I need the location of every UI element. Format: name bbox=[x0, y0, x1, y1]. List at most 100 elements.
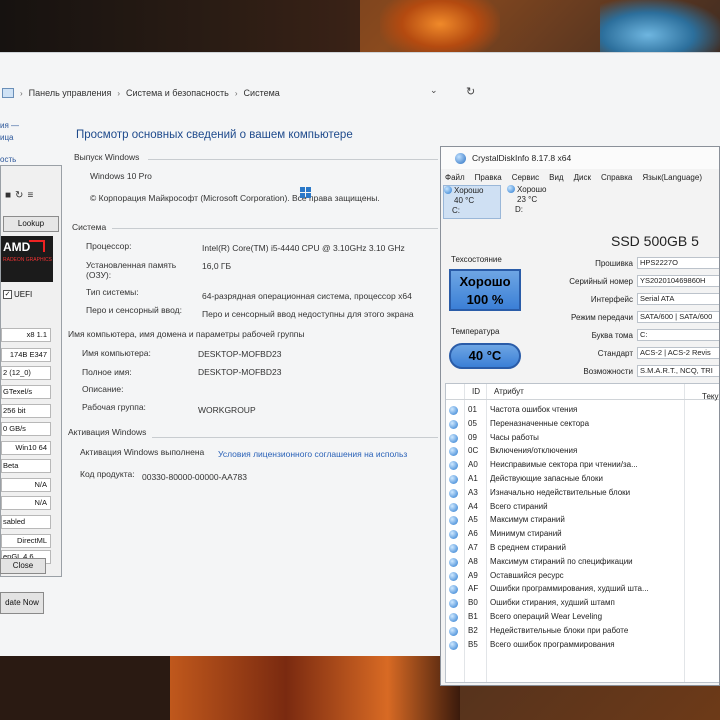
attribute-id: A3 bbox=[468, 487, 478, 497]
breadcrumb-system-security[interactable]: Система и безопасность bbox=[126, 88, 229, 98]
camera-icon[interactable]: ■ bbox=[5, 190, 11, 201]
cdi-menubar: Файл Правка Сервис Вид Диск Справка Язык… bbox=[441, 173, 719, 185]
attribute-name: Максимум стираний bbox=[490, 515, 565, 525]
attribute-name: Всего ошибок программирования bbox=[490, 639, 615, 649]
page-title: Просмотр основных сведений о вашем компь… bbox=[76, 129, 353, 141]
crystaldiskinfo-window: CrystalDiskInfo 8.17.8 x64 Файл Правка С… bbox=[440, 146, 720, 686]
nav-link-fragment[interactable]: ия — bbox=[0, 121, 20, 130]
attribute-name: Включения/отключения bbox=[490, 446, 578, 456]
attribute-id: A4 bbox=[468, 501, 478, 511]
drive-status: Хорошо bbox=[454, 186, 484, 195]
nav-link-fragment[interactable]: ица bbox=[0, 133, 20, 142]
nav-link-fragment[interactable]: ость bbox=[0, 155, 20, 164]
computer-name-label: Имя компьютера: bbox=[82, 348, 151, 358]
memory-clock-field: N/A bbox=[1, 478, 51, 492]
table-row[interactable]: A6 Минимум стираний bbox=[446, 528, 719, 541]
menu-service[interactable]: Сервис bbox=[512, 173, 539, 185]
workgroup-label: Рабочая группа: bbox=[82, 402, 146, 412]
table-row[interactable]: A5 Максимум стираний bbox=[446, 514, 719, 527]
attribute-id: B0 bbox=[468, 598, 478, 608]
features-value: S.M.A.R.T., NCQ, TRI bbox=[637, 365, 719, 377]
table-row[interactable]: AF Ошибки программирования, худший шта... bbox=[446, 583, 719, 596]
gpuz-window: ■ ↻ ≡ Lookup AMD RADEON GRAPHICS ✓ UEFI … bbox=[0, 165, 62, 577]
gpuz-close-button[interactable]: Close bbox=[0, 558, 46, 574]
table-row[interactable]: A9 Оставшийся ресурс bbox=[446, 570, 719, 583]
table-row[interactable]: A1 Действующие запасные блоки bbox=[446, 473, 719, 486]
status-good-icon bbox=[449, 447, 458, 457]
status-good-icon bbox=[449, 557, 458, 567]
address-dropdown-icon[interactable]: ⌄ bbox=[430, 85, 438, 96]
attribute-name: Недействительные блоки при работе bbox=[490, 625, 629, 635]
system-type-value: 64-разрядная операционная система, проце… bbox=[202, 291, 412, 301]
driver-status-field: Beta bbox=[1, 459, 51, 473]
attribute-id: 05 bbox=[468, 418, 477, 428]
attribute-name: Всего стираний bbox=[490, 501, 548, 511]
disk-model: SSD 500GB 5 bbox=[611, 233, 699, 249]
attribute-id: A8 bbox=[468, 556, 478, 566]
table-row[interactable]: A8 Максимум стираний по спецификации bbox=[446, 556, 719, 569]
attribute-name: Неисправимые сектора при чтении/за... bbox=[490, 460, 638, 470]
header-current[interactable]: Теку bbox=[702, 392, 718, 401]
table-row[interactable]: 01 Частота ошибок чтения bbox=[446, 404, 719, 417]
firmware-value: HPS2227O bbox=[637, 257, 719, 269]
menu-view[interactable]: Вид bbox=[549, 173, 563, 185]
amd-radeon-logo: AMD RADEON GRAPHICS bbox=[1, 236, 53, 282]
table-row[interactable]: B0 Ошибки стирания, худший штамп bbox=[446, 597, 719, 610]
checkbox-checked-icon[interactable]: ✓ bbox=[3, 290, 12, 299]
lookup-button[interactable]: Lookup bbox=[3, 216, 59, 232]
temperature-label: Температура bbox=[451, 327, 500, 336]
table-row[interactable]: B2 Недействительные блоки при работе bbox=[446, 625, 719, 638]
standard-value: ACS-2 | ACS-2 Revis bbox=[637, 347, 719, 359]
menu-help[interactable]: Справка bbox=[601, 173, 632, 185]
status-good-icon bbox=[449, 585, 458, 595]
firmware-label: Прошивка bbox=[595, 259, 633, 268]
menu-file[interactable]: Файл bbox=[445, 173, 465, 185]
table-row[interactable]: B1 Всего операций Wear Leveling bbox=[446, 611, 719, 624]
computer-name-header: Имя компьютера, имя домена и параметры р… bbox=[68, 329, 305, 339]
driver-os-field: Win10 64 bbox=[1, 441, 51, 455]
attribute-name: Часы работы bbox=[490, 432, 539, 442]
update-now-button[interactable]: date Now bbox=[0, 592, 44, 614]
serial-value: YS202010469860H bbox=[637, 275, 719, 287]
address-bar[interactable]: › Панель управления › Система и безопасн… bbox=[0, 81, 500, 105]
ram-label-unit: (ОЗУ): bbox=[86, 270, 112, 280]
menu-icon[interactable]: ≡ bbox=[27, 190, 33, 201]
smart-attributes-table[interactable]: ID Атрибут Теку 01 Частота ошибок чтения 0… bbox=[445, 383, 719, 683]
menu-disk[interactable]: Диск bbox=[574, 173, 591, 185]
table-row[interactable]: A7 В среднем стираний bbox=[446, 542, 719, 555]
menu-edit[interactable]: Правка bbox=[475, 173, 502, 185]
windows-edition: Windows 10 Pro bbox=[90, 171, 152, 181]
table-row[interactable]: A3 Изначально недействительные блоки bbox=[446, 487, 719, 500]
breadcrumb-system[interactable]: Система bbox=[244, 88, 280, 98]
breadcrumb-control-panel[interactable]: Панель управления bbox=[29, 88, 112, 98]
cdi-titlebar: CrystalDiskInfo 8.17.8 x64 bbox=[441, 147, 719, 169]
drive-letter-label: Буква тома bbox=[591, 331, 633, 340]
header-attribute[interactable]: Атрибут bbox=[494, 387, 524, 396]
drive-c-button[interactable]: Хорошо 40 °C C: bbox=[443, 185, 501, 219]
section-divider bbox=[112, 228, 438, 229]
refresh-icon[interactable]: ↻ bbox=[15, 190, 23, 201]
header-id[interactable]: ID bbox=[472, 387, 480, 396]
table-row[interactable]: B5 Всего ошибок программирования bbox=[446, 639, 719, 652]
license-terms-link[interactable]: Условия лицензионного соглашения на испо… bbox=[218, 449, 407, 459]
uefi-checkbox[interactable]: ✓ UEFI bbox=[3, 290, 32, 299]
attribute-name: Оставшийся ресурс bbox=[490, 570, 564, 580]
table-row[interactable]: 05 Переназначенные сектора bbox=[446, 418, 719, 431]
activation-header: Активация Windows bbox=[68, 427, 147, 437]
table-row[interactable]: 0C Включения/отключения bbox=[446, 445, 719, 458]
table-row[interactable]: A0 Неисправимые сектора при чтении/за... bbox=[446, 459, 719, 472]
table-row[interactable]: A4 Всего стираний bbox=[446, 501, 719, 514]
menu-language[interactable]: Язык(Language) bbox=[642, 173, 702, 185]
radeon-mark-icon bbox=[29, 240, 45, 252]
table-row[interactable]: 09 Часы работы bbox=[446, 432, 719, 445]
wallpaper-dark-region bbox=[0, 0, 360, 55]
drive-d-button[interactable]: Хорошо 23 °C D: bbox=[507, 185, 565, 219]
status-good-icon bbox=[449, 571, 458, 581]
directml-field: DirectML bbox=[1, 534, 51, 548]
attribute-id: A7 bbox=[468, 543, 478, 552]
attribute-id: A0 bbox=[468, 460, 478, 470]
health-label: Техсостояние bbox=[451, 255, 502, 264]
transfer-mode-value: SATA/600 | SATA/600 bbox=[637, 311, 719, 323]
attribute-id: A9 bbox=[468, 570, 478, 580]
refresh-icon[interactable]: ↻ bbox=[466, 85, 475, 98]
